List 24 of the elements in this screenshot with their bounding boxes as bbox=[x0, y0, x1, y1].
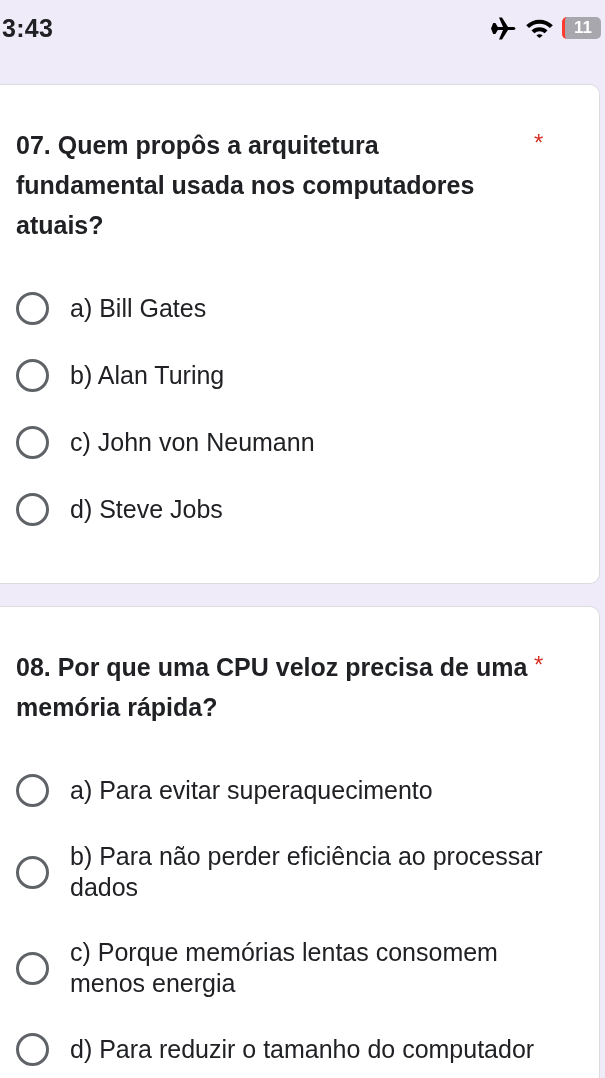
required-asterisk: * bbox=[534, 128, 544, 158]
wifi-icon bbox=[526, 18, 553, 38]
radio-button[interactable] bbox=[16, 359, 49, 392]
radio-button[interactable] bbox=[16, 426, 49, 459]
question-title: 07. Quem propôs a arquitetura fundamental usada nos computadores atuais? bbox=[16, 130, 476, 241]
radio-button[interactable] bbox=[16, 855, 49, 889]
radio-button[interactable] bbox=[16, 774, 49, 807]
radio-button[interactable] bbox=[16, 1033, 49, 1066]
airplane-icon bbox=[491, 16, 517, 40]
radio-button[interactable] bbox=[16, 493, 49, 526]
option-label[interactable]: c) John von Neumann bbox=[70, 427, 559, 458]
option-label[interactable]: a) Bill Gates bbox=[70, 293, 559, 324]
option-label[interactable]: b) Para não perder eficiência ao processar dados bbox=[70, 841, 559, 903]
option-label[interactable]: b) Alan Turing bbox=[70, 360, 559, 391]
option-label[interactable]: d) Para reduzir o tamanho do computador bbox=[70, 1034, 559, 1065]
option-label[interactable]: a) Para evitar superaquecimento bbox=[70, 775, 559, 806]
status-time: 3:43 bbox=[2, 13, 54, 43]
required-asterisk: * bbox=[534, 650, 544, 680]
option-label[interactable]: c) Porque memórias lentas consomem menos energia bbox=[70, 937, 559, 999]
battery-level-indicator: 11 bbox=[562, 17, 601, 39]
question-title: 08. Por que uma CPU veloz precisa de uma memória rápida? bbox=[16, 652, 529, 723]
radio-button[interactable] bbox=[16, 951, 49, 985]
option-label[interactable]: d) Steve Jobs bbox=[70, 494, 559, 525]
radio-button[interactable] bbox=[16, 292, 49, 325]
